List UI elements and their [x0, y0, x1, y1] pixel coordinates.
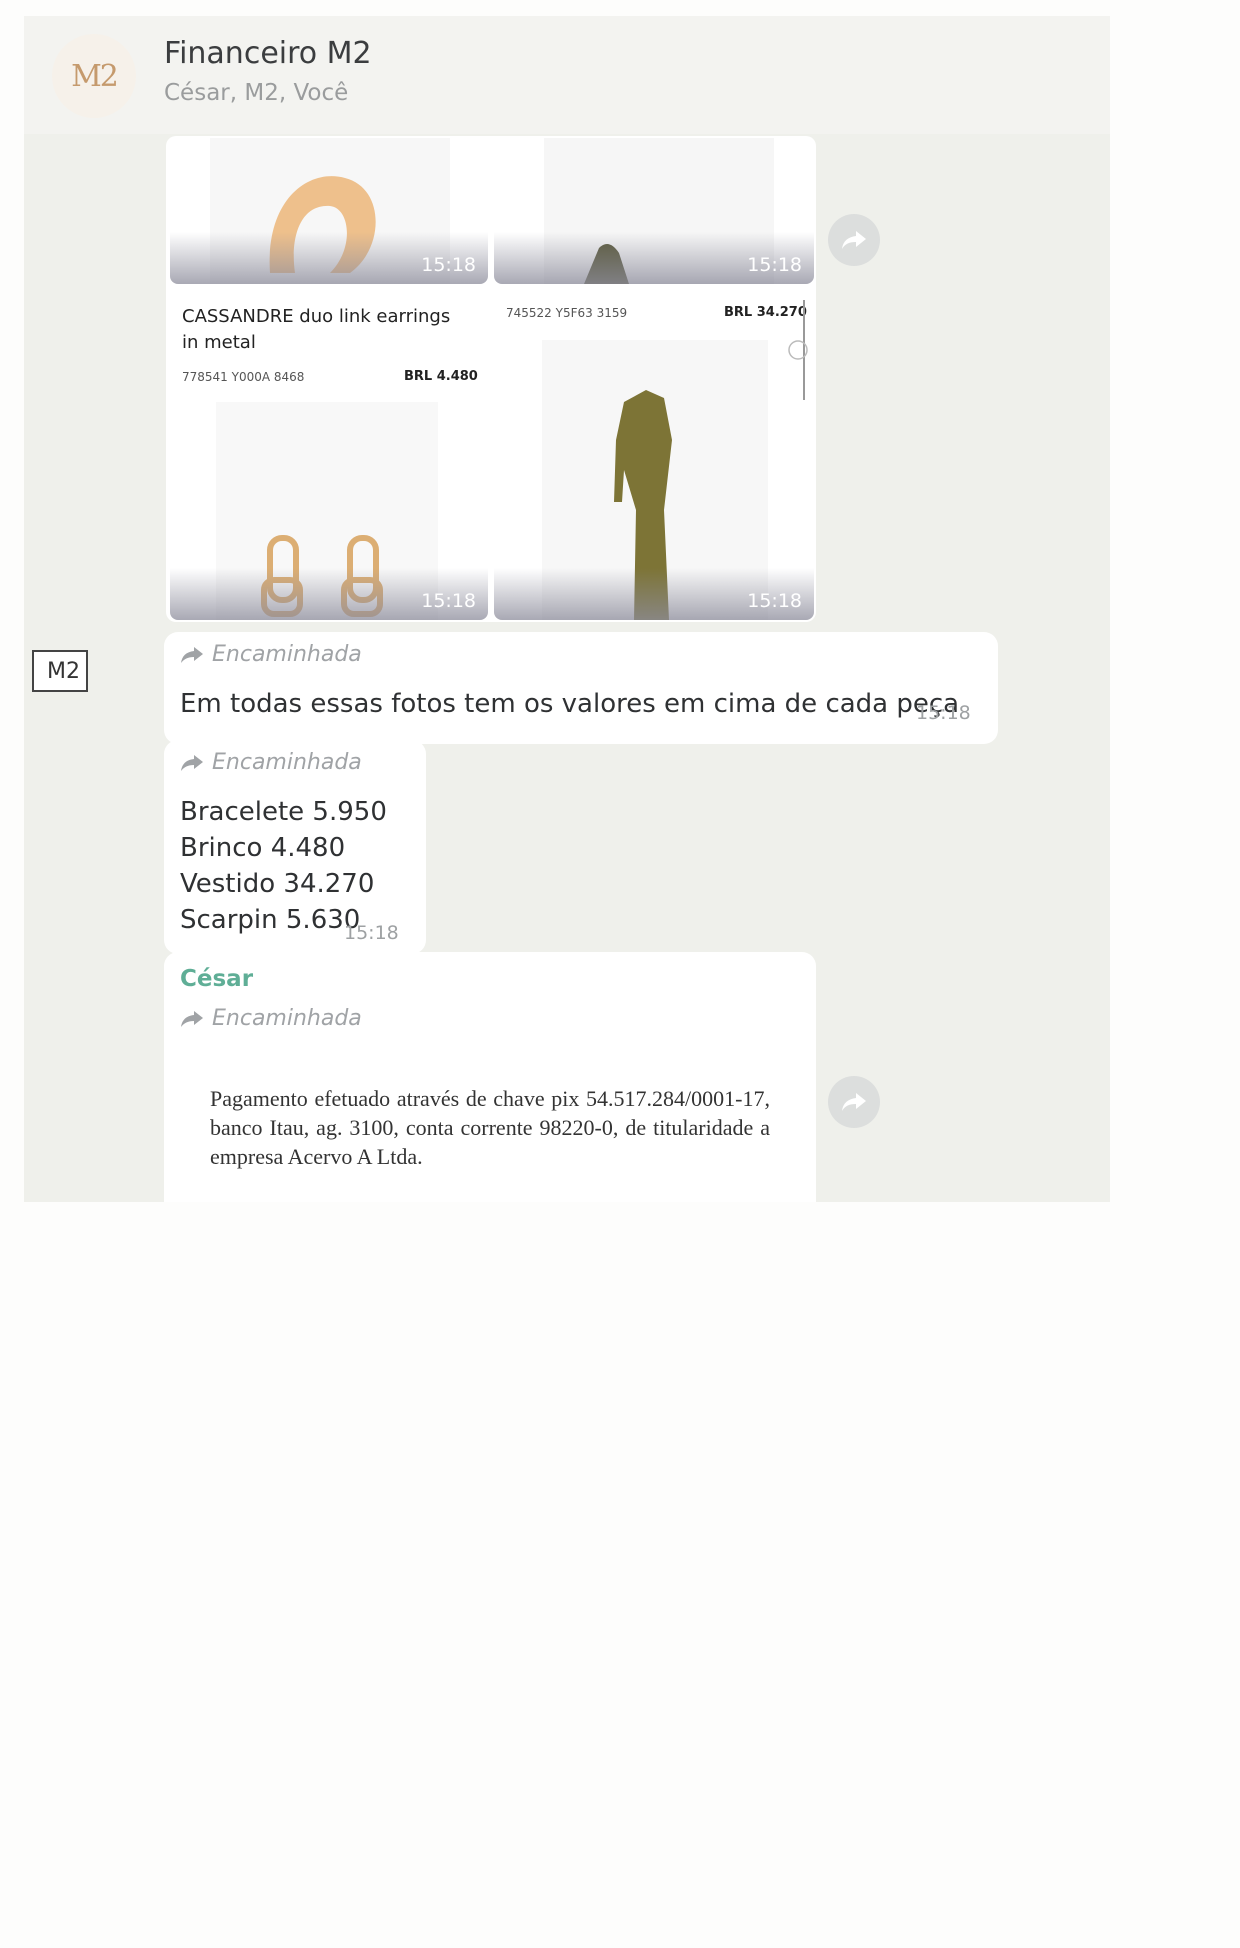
forward-arrow-icon	[181, 1010, 203, 1027]
media-time: 15:18	[421, 254, 476, 276]
share-arrow-icon	[842, 231, 866, 249]
sender-name[interactable]: César	[180, 966, 253, 992]
m2-side-tag: M2	[32, 650, 88, 692]
forwarded-label: Encaminhada	[180, 642, 362, 667]
forwarded-text: Encaminhada	[212, 642, 362, 667]
message-bubble[interactable]: Encaminhada Bracelete 5.950 Brinco 4.480…	[164, 740, 426, 954]
message-line: Vestido 34.270	[180, 869, 375, 899]
message-bubble[interactable]: Encaminhada Em todas essas fotos tem os …	[164, 632, 998, 744]
document-text: Pagamento efetuado através de chave pix …	[210, 1086, 770, 1169]
message-time: 15:18	[344, 922, 399, 944]
forward-arrow-icon	[181, 646, 203, 663]
chat-window: M2 Financeiro M2 César, M2, Você 15:18 1…	[24, 16, 1110, 1202]
media-tile-dress[interactable]: 745522 Y5F63 3159 BRL 34.270 15:18	[494, 290, 814, 620]
forwarded-label: Encaminhada	[180, 1006, 362, 1031]
chat-title[interactable]: Financeiro M2	[164, 36, 372, 71]
forward-share-button[interactable]	[828, 214, 880, 266]
chat-header[interactable]: M2 Financeiro M2 César, M2, Você	[24, 16, 1110, 134]
forward-share-button[interactable]	[828, 1076, 880, 1128]
message-bubble[interactable]: César Encaminhada Pagamento efetuado atr…	[164, 952, 816, 1202]
message-line: Scarpin 5.630	[180, 905, 361, 935]
media-tile-bracelet[interactable]: 15:18	[170, 138, 488, 284]
message-time: 15:18	[916, 702, 971, 724]
message-text: Em todas essas fotos tem os valores em c…	[180, 689, 960, 719]
media-album: 15:18 15:18 CASSANDRE duo link earrings …	[166, 136, 816, 622]
forwarded-text: Encaminhada	[212, 750, 362, 775]
media-time: 15:18	[421, 590, 476, 612]
group-avatar[interactable]: M2	[52, 34, 136, 118]
media-time: 15:18	[747, 254, 802, 276]
forwarded-text: Encaminhada	[212, 1006, 362, 1031]
message-line: Bracelete 5.950	[180, 797, 387, 827]
media-time: 15:18	[747, 590, 802, 612]
forwarded-label: Encaminhada	[180, 750, 362, 775]
media-tile-earrings[interactable]: CASSANDRE duo link earrings in metal 778…	[170, 290, 488, 620]
media-tile-scarpin[interactable]: 15:18	[494, 138, 814, 284]
message-line: Brinco 4.480	[180, 833, 346, 863]
chat-participants: César, M2, Você	[164, 80, 349, 106]
share-arrow-icon	[842, 1093, 866, 1111]
forward-arrow-icon	[181, 754, 203, 771]
